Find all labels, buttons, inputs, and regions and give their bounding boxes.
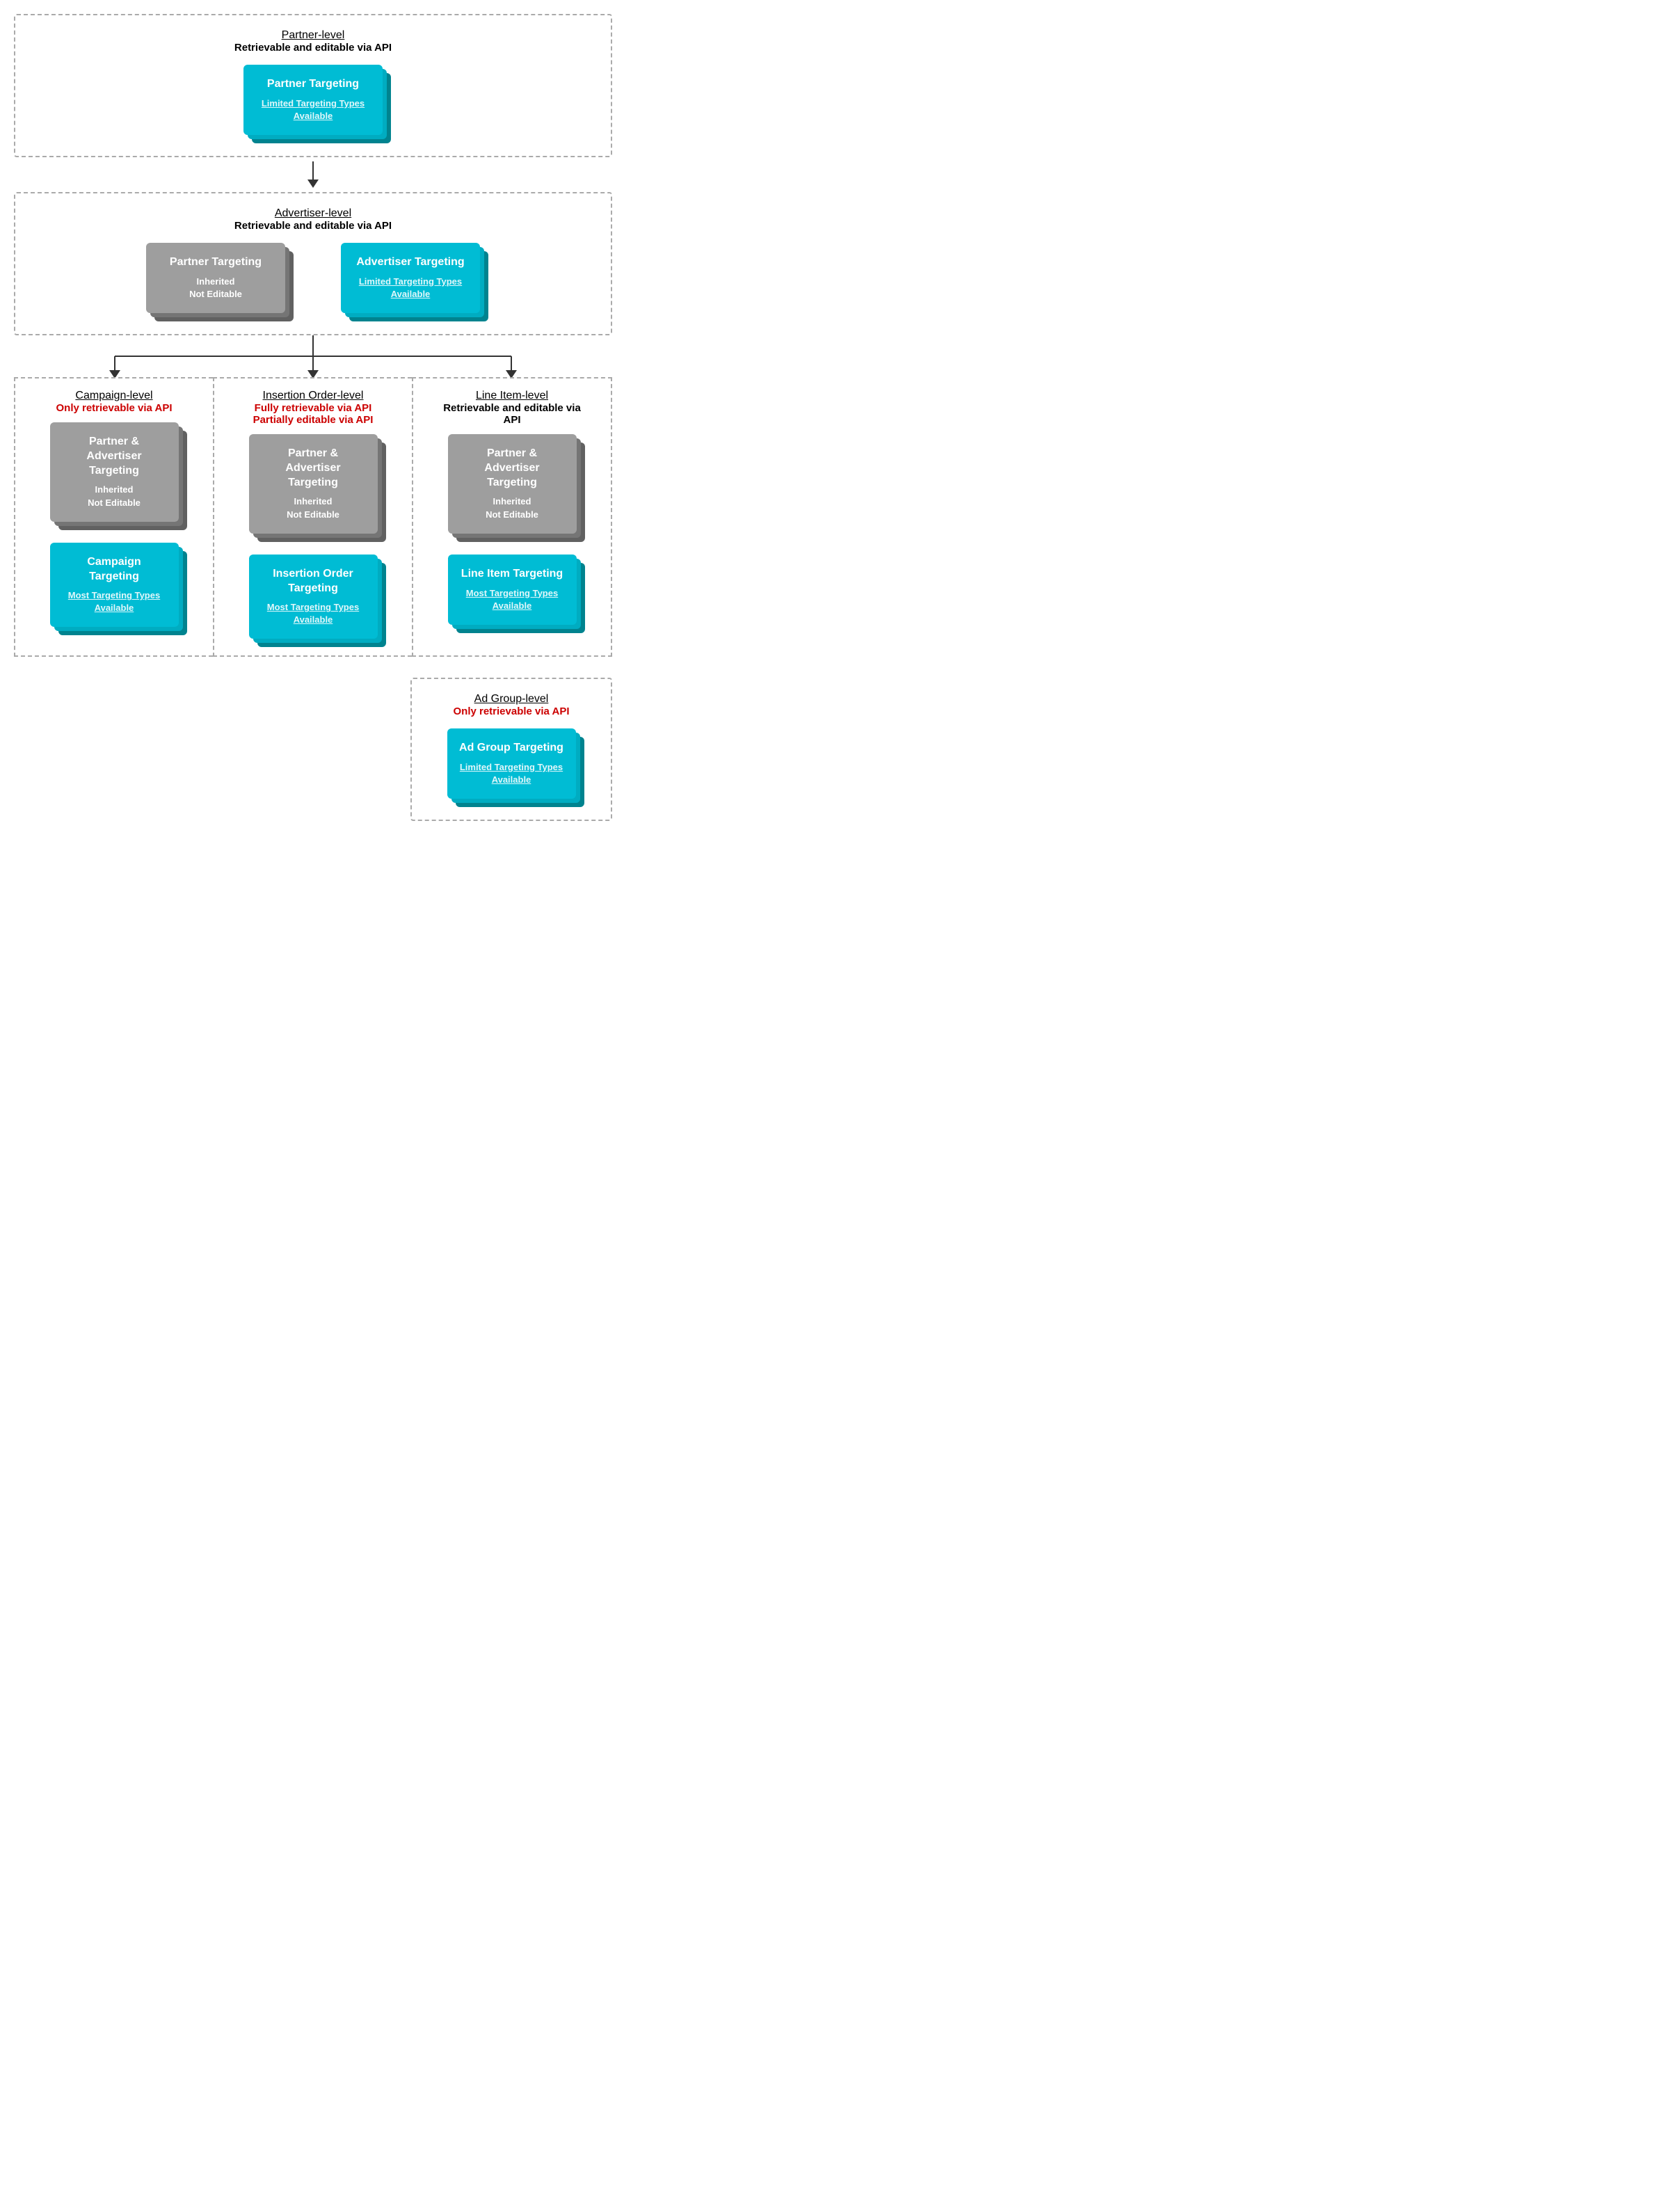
partner-cards-container: Partner Targeting Limited Targeting Type…: [36, 65, 590, 135]
campaign-partner-card: Partner & AdvertiserTargeting InheritedN…: [50, 422, 179, 522]
campaign-targeting-stack: Campaign Targeting Most Targeting TypesA…: [50, 543, 179, 628]
ad-group-targeting-link[interactable]: Limited Targeting TypesAvailable: [460, 762, 563, 785]
campaign-level-label: Campaign-level Only retrievable via API: [24, 390, 205, 414]
advertiser-partner-targeting-stack: Partner Targeting InheritedNot Editable: [146, 243, 285, 313]
io-level-col: Insertion Order-level Fully retrievable …: [213, 377, 412, 657]
li-cards-group: Partner & AdvertiserTargeting InheritedN…: [422, 434, 602, 625]
advertiser-level-box: Advertiser-level Retrievable and editabl…: [14, 192, 612, 335]
advertiser-level-label: Advertiser-level Retrievable and editabl…: [36, 207, 590, 232]
partner-targeting-stack: Partner Targeting Limited Targeting Type…: [243, 65, 383, 135]
campaign-partner-stack: Partner & AdvertiserTargeting InheritedN…: [50, 422, 179, 522]
partner-targeting-card: Partner Targeting Limited Targeting Type…: [243, 65, 383, 135]
campaign-partner-title: Partner & AdvertiserTargeting: [61, 435, 168, 478]
partner-level-name: Partner-level: [36, 29, 590, 42]
ad-group-level-box: Ad Group-level Only retrievable via API …: [410, 678, 612, 821]
advertiser-level-desc: Retrievable and editable via API: [36, 220, 590, 232]
advertiser-partner-targeting-subtitle: InheritedNot Editable: [157, 276, 274, 301]
campaign-targeting-title: Campaign Targeting: [61, 555, 168, 584]
li-partner-subtitle: InheritedNot Editable: [459, 495, 566, 520]
advertiser-targeting-title: Advertiser Targeting: [352, 255, 469, 270]
io-targeting-link[interactable]: Most Targeting TypesAvailable: [267, 602, 359, 625]
campaign-targeting-card: Campaign Targeting Most Targeting TypesA…: [50, 543, 179, 628]
ad-group-level-desc: Only retrievable via API: [426, 705, 597, 717]
advertiser-targeting-card: Advertiser Targeting Limited Targeting T…: [341, 243, 480, 313]
advertiser-cards-container: Partner Targeting InheritedNot Editable …: [36, 243, 590, 313]
advertiser-partner-targeting-card: Partner Targeting InheritedNot Editable: [146, 243, 285, 313]
io-targeting-stack: Insertion OrderTargeting Most Targeting …: [249, 555, 378, 639]
campaign-cards-group: Partner & AdvertiserTargeting InheritedN…: [24, 422, 205, 627]
ad-group-targeting-card: Ad Group Targeting Limited Targeting Typ…: [447, 728, 576, 799]
li-targeting-stack: Line Item Targeting Most Targeting Types…: [448, 555, 577, 625]
io-cards-group: Partner & AdvertiserTargeting InheritedN…: [223, 434, 403, 639]
ad-group-targeting-title: Ad Group Targeting: [458, 741, 565, 756]
li-targeting-title: Line Item Targeting: [459, 567, 566, 582]
partner-targeting-link[interactable]: Limited Targeting TypesAvailable: [262, 98, 365, 121]
li-targeting-link[interactable]: Most Targeting TypesAvailable: [466, 588, 558, 611]
ad-group-cards-container: Ad Group Targeting Limited Targeting Typ…: [426, 728, 597, 799]
arrow-1: [307, 157, 319, 192]
campaign-level-desc: Only retrievable via API: [24, 402, 205, 414]
io-partner-stack: Partner & AdvertiserTargeting InheritedN…: [249, 434, 378, 534]
ad-group-level-label: Ad Group-level Only retrievable via API: [426, 693, 597, 717]
arrow-line-1: [312, 161, 314, 180]
campaign-targeting-link[interactable]: Most Targeting TypesAvailable: [68, 590, 160, 613]
li-level-col: Line Item-level Retrievable and editable…: [412, 377, 612, 657]
partner-level-desc: Retrievable and editable via API: [36, 42, 590, 54]
bottom-levels: Campaign-level Only retrievable via API …: [14, 377, 612, 657]
io-level-name: Insertion Order-level: [223, 390, 403, 402]
li-level-label: Line Item-level Retrievable and editable…: [422, 390, 602, 426]
io-partner-title: Partner & AdvertiserTargeting: [260, 447, 367, 490]
campaign-level-col: Campaign-level Only retrievable via API …: [14, 377, 213, 657]
ad-group-level-name: Ad Group-level: [426, 693, 597, 705]
partner-targeting-title: Partner Targeting: [255, 77, 371, 92]
ad-group-targeting-stack: Ad Group Targeting Limited Targeting Typ…: [447, 728, 576, 799]
ad-group-section: Ad Group-level Only retrievable via API …: [14, 657, 612, 821]
campaign-level-name: Campaign-level: [24, 390, 205, 402]
io-targeting-title: Insertion OrderTargeting: [260, 567, 367, 596]
branch-arrow-area: [14, 335, 612, 377]
diagram: Partner-level Retrievable and editable v…: [14, 14, 612, 821]
io-targeting-card: Insertion OrderTargeting Most Targeting …: [249, 555, 378, 639]
io-partner-subtitle: InheritedNot Editable: [260, 495, 367, 520]
li-partner-card: Partner & AdvertiserTargeting InheritedN…: [448, 434, 577, 534]
io-partner-card: Partner & AdvertiserTargeting InheritedN…: [249, 434, 378, 534]
advertiser-level-name: Advertiser-level: [36, 207, 590, 220]
li-level-desc: Retrievable and editable viaAPI: [422, 402, 602, 426]
branch-svg: [14, 335, 612, 377]
li-level-name: Line Item-level: [422, 390, 602, 402]
li-partner-stack: Partner & AdvertiserTargeting InheritedN…: [448, 434, 577, 534]
advertiser-targeting-stack: Advertiser Targeting Limited Targeting T…: [341, 243, 480, 313]
advertiser-targeting-link[interactable]: Limited Targeting TypesAvailable: [359, 276, 462, 299]
advertiser-partner-targeting-title: Partner Targeting: [157, 255, 274, 270]
partner-level-label: Partner-level Retrievable and editable v…: [36, 29, 590, 54]
campaign-partner-subtitle: InheritedNot Editable: [61, 484, 168, 509]
arrow-head-1: [307, 180, 319, 188]
io-level-label: Insertion Order-level Fully retrievable …: [223, 390, 403, 426]
io-level-desc: Fully retrievable via APIPartially edita…: [223, 402, 403, 426]
li-partner-title: Partner & AdvertiserTargeting: [459, 447, 566, 490]
li-targeting-card: Line Item Targeting Most Targeting Types…: [448, 555, 577, 625]
partner-level-box: Partner-level Retrievable and editable v…: [14, 14, 612, 157]
